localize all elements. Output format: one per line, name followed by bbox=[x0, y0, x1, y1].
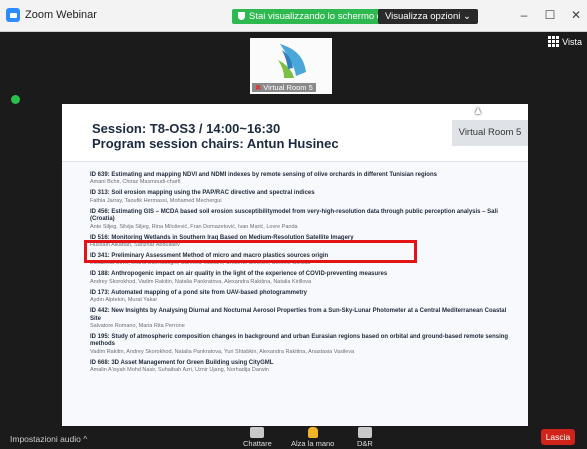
paper-authors: Ante Šiljeg, Silvija Šiljeg, Rina Miloše… bbox=[90, 223, 298, 230]
minimize-button[interactable]: – bbox=[517, 8, 531, 22]
chevron-up-icon: ^ bbox=[83, 434, 88, 444]
paper-authors: Andrey Skorokhod, Vadim Rakitin, Natalia… bbox=[90, 278, 312, 285]
view-toggle[interactable]: Vista bbox=[548, 36, 582, 47]
paper-title: ID 188: Anthropogenic impact on air qual… bbox=[90, 271, 388, 278]
room-label: Virtual Room 5 bbox=[452, 120, 528, 146]
participant-name-tag: ✖ Virtual Room 5 bbox=[252, 83, 316, 92]
close-button[interactable]: ✕ bbox=[569, 8, 583, 22]
mic-muted-icon: ✖ bbox=[255, 83, 262, 92]
audio-settings-button[interactable]: Impostazioni audio ^ bbox=[10, 434, 87, 444]
list-item: ID 188: Anthropogenic impact on air qual… bbox=[90, 271, 516, 285]
chat-icon bbox=[250, 427, 265, 438]
list-item: ID 313: Soil erosion mapping using the P… bbox=[90, 190, 516, 204]
leave-button[interactable]: Lascia bbox=[541, 429, 575, 445]
qa-button[interactable]: D&R bbox=[357, 426, 373, 448]
chevron-down-icon: ⌄ bbox=[462, 11, 471, 22]
app-title-text: Zoom Webinar bbox=[25, 9, 97, 21]
maximize-button[interactable]: ☐ bbox=[543, 8, 557, 22]
list-item: ID 173: Automated mapping of a pond site… bbox=[90, 290, 516, 304]
shield-icon bbox=[238, 12, 245, 20]
gallery-grid-icon bbox=[548, 36, 560, 47]
audio-settings-label: Impostazioni audio bbox=[10, 434, 81, 444]
room-logo-icon bbox=[278, 44, 306, 78]
paper-title: ID 456: Estimating GIS – MCDA based soil… bbox=[90, 208, 498, 223]
participant-video-tile[interactable]: ✖ Virtual Room 5 bbox=[250, 38, 332, 94]
paper-title: ID 195: Study of atmospheric composition… bbox=[90, 334, 509, 348]
paper-authors: Salvatore Romano, Maria Rita Perrone bbox=[90, 323, 185, 330]
paper-authors: Aydın Alptekin, Murat Yakar bbox=[90, 297, 158, 304]
raise-hand-label: Alza la mano bbox=[291, 439, 335, 448]
paper-title: ID 442: New Insights by Analysing Diurna… bbox=[90, 308, 507, 322]
paper-title: ID 668: 3D Asset Management for Green Bu… bbox=[90, 359, 274, 366]
app-title: Zoom Webinar bbox=[6, 8, 97, 22]
session-chairs: Program session chairs: Antun Husinec bbox=[92, 136, 339, 151]
view-options-label: Visualizza opzioni bbox=[385, 11, 461, 22]
paper-title: ID 313: Soil erosion mapping using the P… bbox=[90, 190, 315, 197]
highlight-box bbox=[84, 240, 417, 263]
security-shield-icon[interactable] bbox=[11, 95, 20, 104]
zoom-logo-icon bbox=[6, 8, 20, 22]
list-item: ID 668: 3D Asset Management for Green Bu… bbox=[90, 360, 516, 374]
raise-hand-button[interactable]: Alza la mano bbox=[291, 426, 334, 448]
paper-list: ID 639: Estimating and mapping NDVI and … bbox=[90, 172, 516, 378]
zoom-window: Zoom Webinar Stai visualizzando lo scher… bbox=[0, 0, 587, 449]
chat-label: Chattare bbox=[243, 439, 272, 448]
paper-title: ID 173: Automated mapping of a pond site… bbox=[90, 289, 308, 296]
meeting-toolbar: Impostazioni audio ^ Chattare Alza la ma… bbox=[0, 426, 587, 449]
shared-screen-slide: Session: T8-OS3 / 14:00~16:30 Program se… bbox=[62, 104, 528, 427]
participant-name: Virtual Room 5 bbox=[263, 83, 313, 92]
list-item: ID 456: Estimating GIS – MCDA based soil… bbox=[90, 209, 516, 231]
list-item: ID 442: New Insights by Analysing Diurna… bbox=[90, 308, 516, 330]
title-bar: Zoom Webinar Stai visualizzando lo scher… bbox=[0, 0, 587, 32]
list-item: ID 195: Study of atmospheric composition… bbox=[90, 334, 516, 356]
view-options-button[interactable]: Visualizza opzioni ⌄ bbox=[378, 9, 478, 24]
qa-label: D&R bbox=[357, 439, 373, 448]
view-label: Vista bbox=[562, 36, 582, 47]
slide-header: Session: T8-OS3 / 14:00~16:30 Program se… bbox=[62, 104, 528, 162]
chat-button[interactable]: Chattare bbox=[243, 426, 272, 448]
paper-title: ID 639: Estimating and mapping NDVI and … bbox=[90, 172, 437, 178]
session-title: Session: T8-OS3 / 14:00~16:30 bbox=[92, 121, 281, 136]
hand-icon bbox=[307, 427, 318, 438]
qa-icon bbox=[357, 427, 372, 438]
list-item: ID 639: Estimating and mapping NDVI and … bbox=[90, 172, 516, 186]
paper-authors: Amalin A'isyah Mohd Nasir, Suhaibah Azri… bbox=[90, 367, 269, 374]
paper-authors: Amani Bchir, Chiraz Masmoudi-charfi bbox=[90, 179, 181, 186]
paper-authors: Vadim Rakitin, Andrey Skorokhod, Natalia… bbox=[90, 348, 355, 355]
mouse-cursor-icon bbox=[475, 107, 481, 114]
paper-authors: Fathia Jarray, Taoufik Hermassi, Mohamed… bbox=[90, 197, 222, 204]
